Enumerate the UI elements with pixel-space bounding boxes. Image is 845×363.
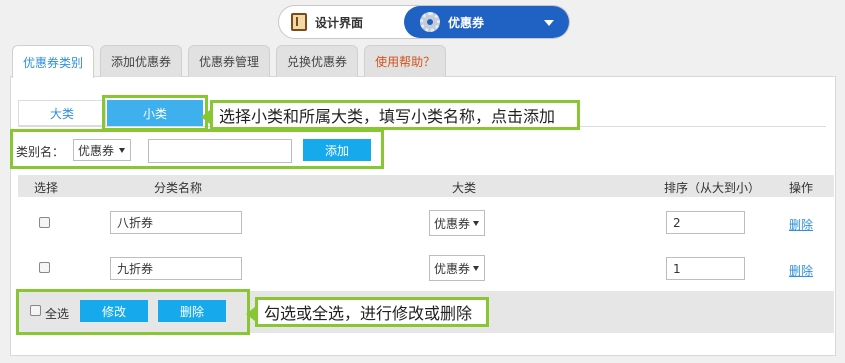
dropdown-arrow-icon [473, 221, 479, 226]
row-delete-link[interactable]: 删除 [789, 262, 813, 279]
row-sort-input[interactable]: 1 [666, 257, 745, 280]
callout-add-instruction: 选择小类和所属大类，填写小类名称，点击添加 [201, 100, 580, 130]
row-checkbox[interactable] [39, 262, 50, 273]
coupon-mode-label: 优惠券 [448, 15, 485, 30]
row-category-value: 优惠券 [434, 261, 471, 276]
row-name-input[interactable]: 九折券 [110, 257, 242, 280]
select-all-checkbox[interactable] [30, 305, 41, 316]
design-mode-button[interactable]: 设计界面 [279, 6, 405, 38]
callout-bulk-instruction: 勾选或全选，进行修改或删除 [246, 297, 489, 327]
row-category-select[interactable]: 优惠券 [429, 255, 485, 281]
header-action: 操作 [789, 181, 814, 195]
row-name-input[interactable]: 八折券 [110, 211, 242, 234]
row-sort-input[interactable]: 2 [666, 211, 745, 234]
parent-category-value: 优惠券 [78, 143, 115, 158]
bulk-delete-button[interactable]: 删除 [158, 300, 226, 322]
dropdown-arrow-icon [473, 266, 479, 271]
coupon-mode-dropdown[interactable]: 优惠券 [404, 6, 569, 38]
mode-switcher: 设计界面 优惠券 [278, 5, 570, 39]
tab-add-coupon[interactable]: 添加优惠券 [100, 45, 183, 77]
add-button[interactable]: 添加 [303, 139, 371, 161]
dropdown-arrow-icon [119, 148, 125, 153]
header-sort: 排序（从大到小） [664, 181, 761, 195]
tab-coupon-category[interactable]: 优惠券类别 [12, 45, 95, 78]
category-name-label: 类别名： [16, 145, 65, 159]
row-delete-link[interactable]: 删除 [789, 216, 813, 233]
row-category-value: 优惠券 [434, 216, 471, 231]
row-checkbox[interactable] [39, 217, 50, 228]
gear-icon [420, 12, 440, 32]
select-all-label: 全选 [45, 307, 70, 321]
category-name-input[interactable] [148, 139, 292, 163]
modify-button[interactable]: 修改 [80, 300, 148, 322]
tab-bar: 优惠券类别 添加优惠券 优惠券管理 兑换优惠券 使用帮助？ [12, 45, 447, 78]
subtab-minor-category[interactable]: 小类 [107, 100, 203, 126]
design-mode-label: 设计界面 [315, 15, 364, 30]
subtab-major-category[interactable]: 大类 [18, 100, 106, 126]
chevron-down-icon [544, 20, 554, 26]
tab-coupon-management[interactable]: 优惠券管理 [188, 45, 271, 77]
header-select: 选择 [34, 181, 59, 195]
parent-category-select[interactable]: 优惠券 [73, 139, 131, 161]
tab-help[interactable]: 使用帮助？ [364, 45, 447, 77]
header-name: 分类名称 [154, 181, 203, 195]
tab-redeem-coupon[interactable]: 兑换优惠券 [276, 45, 359, 77]
header-category: 大类 [452, 181, 477, 195]
design-icon [291, 13, 307, 31]
row-category-select[interactable]: 优惠券 [429, 210, 485, 236]
